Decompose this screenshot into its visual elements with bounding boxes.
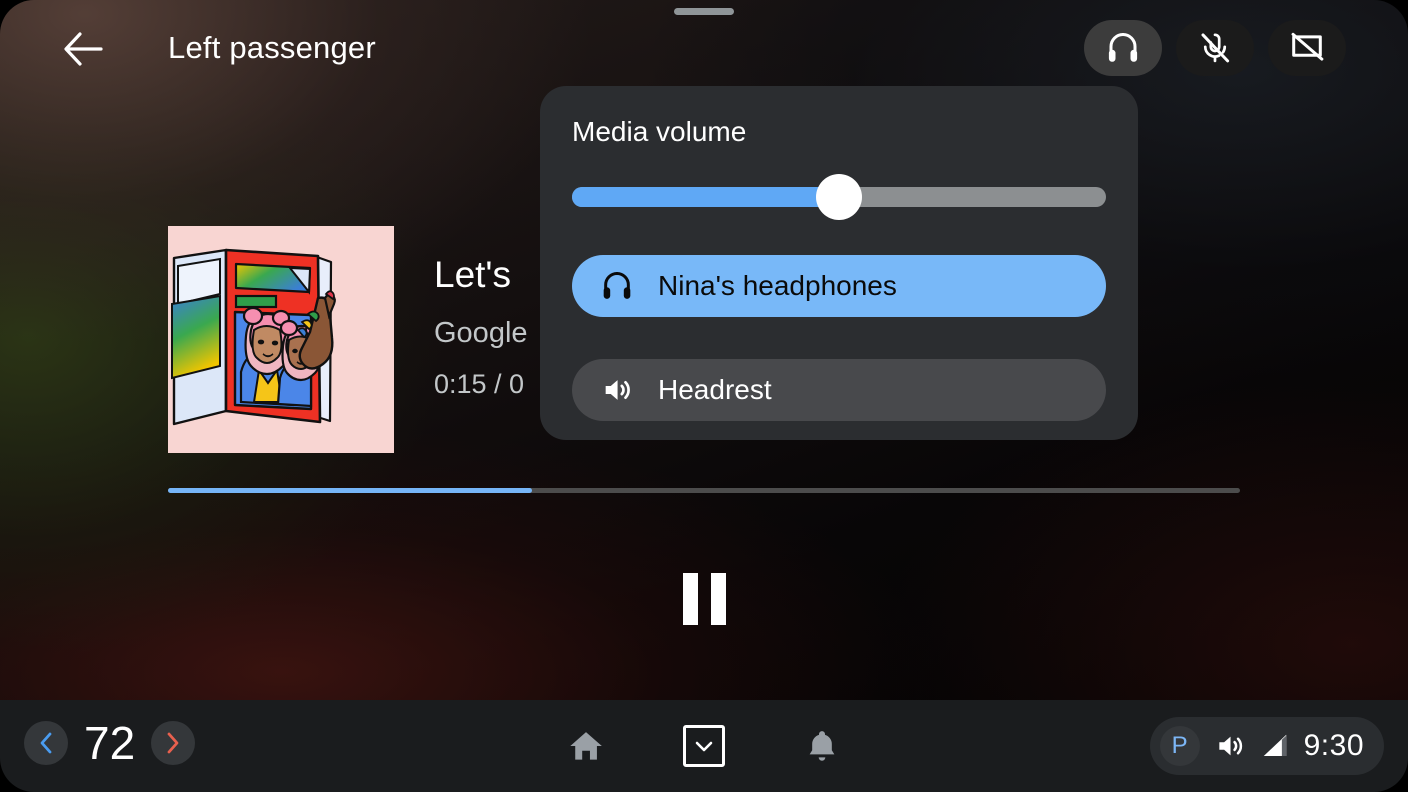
screen-off-button[interactable] (1268, 20, 1346, 76)
album-art (168, 226, 394, 453)
home-icon (570, 732, 602, 760)
temperature-value: 72 (84, 717, 136, 769)
device-option-headrest[interactable]: Headrest (572, 359, 1106, 421)
transport-controls (0, 560, 1408, 638)
chevron-down-icon (695, 741, 713, 752)
album-art-illustration (168, 226, 394, 453)
pause-button[interactable] (665, 560, 743, 638)
device-option-label: Nina's headphones (658, 270, 897, 301)
headphones-output-button[interactable] (1084, 20, 1162, 76)
nav-app-drawer-button[interactable] (683, 725, 725, 767)
temperature-down-button[interactable] (24, 721, 68, 765)
playback-progress-bar[interactable] (168, 488, 1240, 493)
top-bar-actions (1084, 20, 1346, 76)
mic-off-icon (1201, 33, 1230, 63)
pause-icon-bar-left (682, 573, 698, 625)
volume-slider-thumb[interactable] (816, 174, 862, 220)
system-status-cluster: P 9:30 (1149, 717, 1384, 775)
system-clock: 9:30 (1303, 729, 1364, 762)
screen-off-icon (1291, 32, 1324, 61)
bell-icon (809, 731, 835, 761)
chevron-left-icon (40, 732, 52, 754)
headphones-icon (1108, 33, 1138, 62)
page-title: Left passenger (168, 30, 376, 65)
nav-notifications-button[interactable] (793, 717, 851, 775)
media-volume-slider[interactable] (572, 174, 1106, 220)
device-option-nina-headphones[interactable]: Nina's headphones (572, 255, 1106, 317)
temperature-up-button[interactable] (151, 721, 196, 765)
system-bottom-bar: 72 P 9:30 (0, 700, 1408, 792)
pause-icon-bar-right (710, 573, 726, 625)
signal-icon (1263, 734, 1286, 756)
volume-icon (1218, 736, 1242, 756)
back-button[interactable] (56, 22, 110, 76)
gear-indicator: P (1159, 726, 1200, 766)
app-top-bar: Left passenger (0, 0, 1408, 96)
car-media-screen: Left passenger Let's Google 0:15 / 0 Med… (0, 0, 1408, 792)
gear-label: P (1171, 732, 1188, 759)
temperature-control: 72 (24, 717, 196, 769)
volume-slider-fill (572, 187, 839, 207)
popover-title: Media volume (572, 116, 747, 147)
microphone-mute-button[interactable] (1176, 20, 1254, 76)
device-option-label: Headrest (658, 374, 772, 405)
media-volume-popover: Media volume Nina's headphones Headrest (540, 86, 1138, 440)
speaker-icon (605, 380, 630, 400)
chevron-right-icon (167, 732, 179, 754)
back-arrow-icon (64, 32, 103, 66)
headphones-icon (603, 272, 631, 299)
nav-home-button[interactable] (557, 717, 615, 775)
playback-progress-fill (168, 488, 533, 493)
